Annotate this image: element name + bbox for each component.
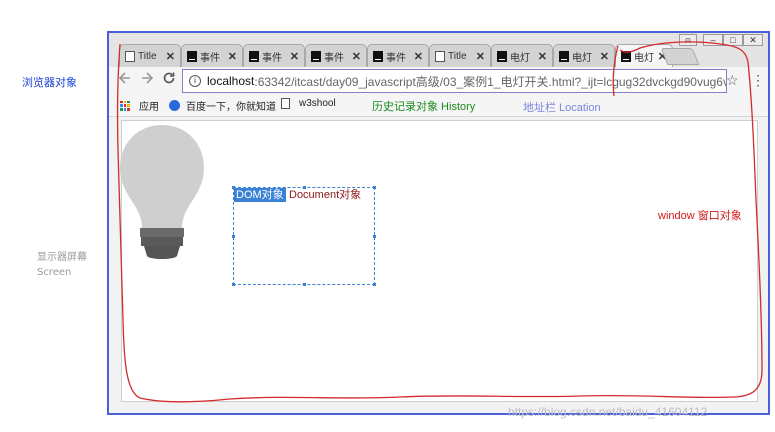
baidu-icon [169, 100, 180, 111]
screen-annotation-cn: 显示器屏幕 [37, 252, 87, 263]
page-icon [281, 98, 290, 109]
selection-handle[interactable] [232, 186, 235, 189]
apps-icon [120, 100, 130, 111]
tab[interactable]: 事件 ✕ [305, 44, 367, 67]
bookmarks-bar: 应用 百度一下，你就知道 w3shool 历史记录对象 History 地址栏 … [109, 95, 768, 117]
bookmark-label: 应用 [139, 102, 159, 113]
tab-label: 电灯 [634, 53, 654, 64]
intellij-icon [497, 50, 507, 62]
bookmark-label: 百度一下，你就知道 [186, 102, 276, 113]
intellij-icon [621, 51, 631, 62]
intellij-icon [559, 50, 569, 62]
browser-object-annotation: 浏览器对象 [22, 76, 77, 89]
dom-selection-box: DOM对象 Document对象 [232, 186, 376, 286]
screen-annotation-en: Screen [37, 267, 72, 278]
reload-icon [163, 72, 175, 84]
window-object-annotation: window 窗口对象 [658, 210, 742, 222]
tab-label: 事件 [324, 52, 344, 64]
tab[interactable]: 事件 ✕ [243, 44, 305, 67]
intellij-icon [311, 50, 321, 62]
selection-handle[interactable] [373, 283, 376, 286]
selection-handle[interactable] [373, 186, 376, 189]
intellij-icon [373, 50, 383, 62]
tab-label: 事件 [386, 52, 406, 64]
history-annotation: 历史记录对象 History [372, 101, 476, 113]
close-icon[interactable]: ✕ [166, 50, 175, 63]
close-icon[interactable]: ✕ [290, 50, 299, 63]
tab-label: Title [448, 50, 467, 62]
maximize-button[interactable]: □ [723, 34, 743, 46]
tab[interactable]: 电灯 ✕ [553, 44, 615, 67]
document-object-annotation: Document对象 [289, 189, 362, 201]
bookmark-baidu[interactable]: 百度一下，你就知道 [169, 98, 276, 113]
close-icon[interactable]: ✕ [352, 50, 361, 63]
back-button[interactable] [116, 71, 134, 89]
close-icon[interactable]: ✕ [600, 50, 609, 63]
tab-label: 电灯 [510, 52, 530, 64]
reload-button[interactable] [160, 71, 178, 89]
bookmark-apps[interactable]: 应用 [120, 98, 159, 113]
close-icon[interactable]: ✕ [228, 50, 237, 63]
selection-handle[interactable] [373, 235, 376, 238]
intellij-icon [187, 50, 197, 62]
tab[interactable]: 事件 ✕ [181, 44, 243, 67]
url-host: localhost [207, 74, 255, 88]
url-path: :63342/itcast/day09_javascript高级/03_案例1_… [254, 74, 727, 89]
tab-label: 事件 [200, 52, 220, 64]
tab-label: Title [138, 50, 157, 62]
minimize-button[interactable]: – [703, 34, 723, 46]
browser-window: Title ✕ 事件 ✕ 事件 ✕ 事件 ✕ 事件 ✕ Title ✕ 电灯 ✕… [107, 31, 770, 415]
selection-handle[interactable] [232, 235, 235, 238]
bookmark-star-icon[interactable]: ☆ [726, 72, 739, 89]
tab-strip: Title ✕ 事件 ✕ 事件 ✕ 事件 ✕ 事件 ✕ Title ✕ 电灯 ✕… [109, 33, 768, 68]
tab-label: 电灯 [572, 52, 592, 64]
location-annotation: 地址栏 Location [523, 102, 601, 114]
arrow-right-icon [142, 72, 154, 84]
document-icon [435, 50, 445, 62]
profile-button[interactable]: ⍝ [679, 34, 697, 46]
arrow-left-icon [118, 72, 130, 84]
intellij-icon [249, 50, 259, 62]
close-icon[interactable]: ✕ [476, 50, 485, 63]
new-tab-button[interactable] [660, 48, 700, 65]
selection-handle[interactable] [303, 186, 306, 189]
tab[interactable]: Title ✕ [119, 44, 181, 67]
tab[interactable]: 电灯 ✕ [491, 44, 553, 67]
close-icon[interactable]: ✕ [538, 50, 547, 63]
close-window-button[interactable]: ✕ [743, 34, 763, 46]
watermark: https://blog.csdn.net/baidu_41604112 [508, 405, 708, 419]
page-viewport: DOM对象 Document对象 window 窗口对象 [120, 120, 758, 402]
bookmark-label: w3shool [299, 98, 336, 109]
menu-icon[interactable]: ⋮ [751, 72, 765, 89]
forward-button[interactable] [138, 71, 156, 89]
close-icon[interactable]: ✕ [414, 50, 423, 63]
light-bulb-image[interactable] [117, 122, 207, 262]
tab-label: 事件 [262, 52, 282, 64]
toolbar: i localhost:63342/itcast/day09_javascrip… [109, 67, 768, 95]
selection-handle[interactable] [303, 283, 306, 286]
address-bar[interactable]: i localhost:63342/itcast/day09_javascrip… [182, 69, 727, 93]
bookmark-w3shool[interactable]: w3shool [281, 98, 336, 109]
dom-object-annotation: DOM对象 [234, 188, 286, 202]
info-icon[interactable]: i [189, 75, 201, 87]
tab[interactable]: Title ✕ [429, 44, 491, 67]
document-icon [125, 50, 135, 62]
selection-handle[interactable] [232, 283, 235, 286]
screen-annotation: 显示器屏幕 Screen [37, 250, 87, 280]
tab[interactable]: 事件 ✕ [367, 44, 429, 67]
